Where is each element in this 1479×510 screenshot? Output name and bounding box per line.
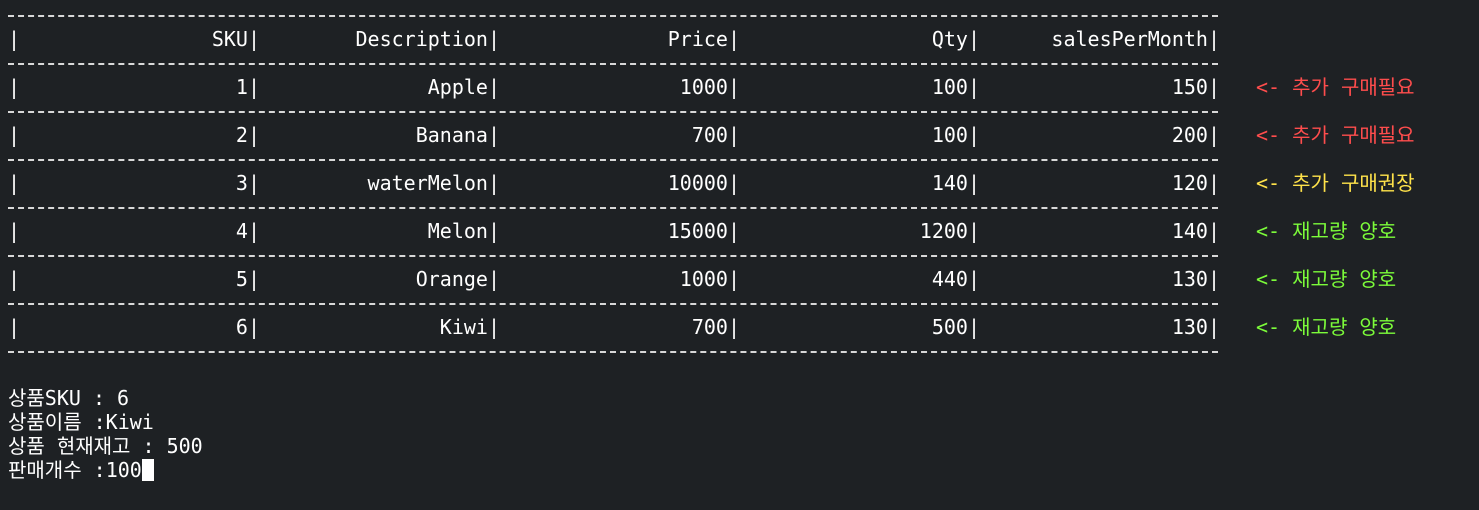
table-separator	[8, 63, 1218, 65]
cell-sku: 2|	[235, 123, 260, 147]
status-note: <- 재고량 양호	[1256, 267, 1397, 291]
cell-description: Melon|	[427, 219, 500, 243]
header-qty: Qty|	[931, 27, 980, 51]
status-note: <- 재고량 양호	[1256, 219, 1397, 243]
terminal-window[interactable]: | SKU| Description| Price| Qty| salesPer…	[0, 0, 1479, 510]
table-separator	[8, 351, 1218, 353]
cell-qty: 500|	[931, 315, 980, 339]
header-description: Description|	[355, 27, 501, 51]
cell-sales: 140|	[1171, 219, 1220, 243]
cell-qty: 1200|	[919, 219, 980, 243]
cell-price: 700|	[691, 315, 740, 339]
table-row: | 6| Kiwi| 700| 500| 130| <- 재고량 양호	[0, 310, 1479, 342]
product-stock-line: 상품 현재재고 : 500	[8, 434, 203, 458]
cell-sales: 120|	[1171, 171, 1220, 195]
cell-description: Banana|	[415, 123, 500, 147]
cell-sku: 5|	[235, 267, 260, 291]
cell-sku: 3|	[235, 171, 260, 195]
table-border: |	[8, 75, 21, 99]
cell-sku: 6|	[235, 315, 260, 339]
table-border: |	[8, 219, 21, 243]
table-row: | 1| Apple| 1000| 100| 150| <- 추가 구매필요	[0, 70, 1479, 102]
cell-price: 1000|	[679, 267, 740, 291]
table-separator	[8, 255, 1218, 257]
cell-qty: 440|	[931, 267, 980, 291]
table-border: |	[8, 171, 21, 195]
product-name-line: 상품이름 :Kiwi	[8, 410, 154, 434]
header-sku: SKU|	[211, 27, 260, 51]
cell-description: waterMelon|	[367, 171, 500, 195]
status-note: <- 재고량 양호	[1256, 315, 1397, 339]
sales-count-input[interactable]: 100	[106, 458, 142, 482]
table-separator	[8, 15, 1218, 17]
status-note: <- 추가 구매권장	[1256, 171, 1415, 195]
table-header-row: | SKU| Description| Price| Qty| salesPer…	[0, 22, 1479, 54]
sales-count-input-line[interactable]: 판매개수 :100	[8, 458, 154, 482]
cell-price: 10000|	[667, 171, 740, 195]
table-row: | 5| Orange| 1000| 440| 130| <- 재고량 양호	[0, 262, 1479, 294]
cell-sku: 4|	[235, 219, 260, 243]
table-separator	[8, 159, 1218, 161]
table-row: | 2| Banana| 700| 100| 200| <- 추가 구매필요	[0, 118, 1479, 150]
cell-description: Apple|	[427, 75, 500, 99]
sales-count-label: 판매개수 :	[8, 458, 106, 482]
cell-price: 15000|	[667, 219, 740, 243]
table-separator	[8, 207, 1218, 209]
cell-price: 1000|	[679, 75, 740, 99]
cell-sku: 1|	[235, 75, 260, 99]
status-note: <- 추가 구매필요	[1256, 123, 1415, 147]
cell-qty: 100|	[931, 75, 980, 99]
table-row: | 4| Melon| 15000| 1200| 140| <- 재고량 양호	[0, 214, 1479, 246]
header-sales-per-month: salesPerMonth|	[1051, 27, 1220, 51]
table-separator	[8, 303, 1218, 305]
cell-qty: 140|	[931, 171, 980, 195]
cell-description: Orange|	[415, 267, 500, 291]
table-row: | 3| waterMelon| 10000| 140| 120| <- 추가 …	[0, 166, 1479, 198]
product-sku-line: 상품SKU : 6	[8, 386, 130, 410]
table-border: |	[8, 267, 21, 291]
cell-sales: 200|	[1171, 123, 1220, 147]
cell-qty: 100|	[931, 123, 980, 147]
table-border: |	[8, 123, 21, 147]
header-price: Price|	[667, 27, 740, 51]
table-border: |	[8, 27, 21, 51]
table-separator	[8, 111, 1218, 113]
cell-sales: 130|	[1171, 315, 1220, 339]
cell-sales: 130|	[1171, 267, 1220, 291]
cell-description: Kiwi|	[439, 315, 500, 339]
text-cursor	[141, 459, 154, 481]
table-border: |	[8, 315, 21, 339]
cell-sales: 150|	[1171, 75, 1220, 99]
status-note: <- 추가 구매필요	[1256, 75, 1415, 99]
cell-price: 700|	[691, 123, 740, 147]
